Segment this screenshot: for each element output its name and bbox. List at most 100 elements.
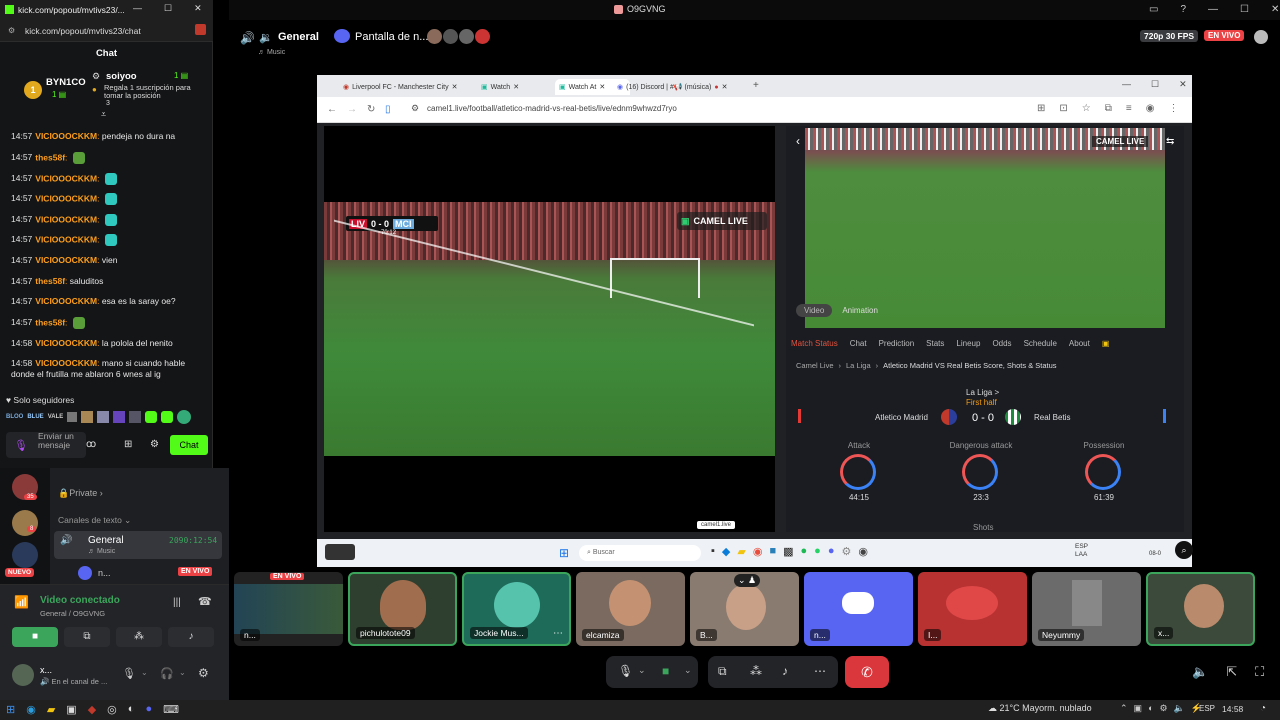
weather-widget[interactable]: ☁ 21°C Mayorm. nublado bbox=[988, 703, 1092, 714]
windows-start-icon[interactable]: ⊞ bbox=[559, 546, 569, 560]
participant-tile-7[interactable]: Neyummy bbox=[1032, 572, 1141, 646]
inner-thumbnail[interactable] bbox=[325, 544, 355, 560]
popout-icon[interactable]: ⇱ bbox=[1226, 664, 1237, 680]
kick-mic-icon[interactable]: 🎙 bbox=[14, 439, 28, 452]
viewer-avatars[interactable] bbox=[427, 29, 490, 44]
soundboard-button[interactable]: ♪ bbox=[168, 627, 214, 647]
participant-tile-4[interactable]: ⌄ ♟ B... bbox=[690, 572, 799, 646]
disconnect-icon[interactable]: ☎ bbox=[198, 595, 212, 608]
participant-tile-2[interactable]: Jockie Mus... ⋯ bbox=[462, 572, 571, 646]
tab-liverpool[interactable]: ◉ Liverpool FC - Manchester City ✕ bbox=[339, 79, 474, 95]
settings-icon[interactable]: ⚙ bbox=[150, 439, 159, 450]
chevron-down-icon[interactable]: ⌄ bbox=[684, 665, 692, 676]
chevron-left-icon[interactable]: ‹ bbox=[796, 134, 800, 148]
activities-button[interactable]: ⁂ bbox=[116, 627, 162, 647]
disconnect-button[interactable]: ✆ bbox=[845, 656, 889, 688]
help-icon[interactable]: ? bbox=[1180, 4, 1186, 15]
collapse-icon[interactable]: ⩡ bbox=[101, 109, 106, 120]
taskbar-apps[interactable]: ⊞ ◉ ▰ ▣ ◆ ◎ ◐ ● ⌨ bbox=[6, 703, 179, 716]
add-person-icon[interactable]: ⌄ ♟ bbox=[734, 574, 761, 587]
chevron-down-icon[interactable]: ⌄ bbox=[179, 668, 186, 677]
chat-bubble-icon[interactable] bbox=[1254, 30, 1268, 44]
voice-channel-general[interactable]: 🔊 General 2090:12:54 ♬ Music bbox=[54, 531, 222, 559]
swap-icon[interactable]: ⇆ bbox=[1166, 136, 1174, 147]
voice-member[interactable]: n... EN VIVO bbox=[78, 566, 222, 580]
message-username[interactable]: thes58f bbox=[35, 276, 65, 286]
bookmark-icon[interactable]: ▣ bbox=[1102, 339, 1110, 348]
participant-tile-3[interactable]: elcamiza bbox=[576, 572, 685, 646]
settings-gear-icon[interactable]: ⚙ bbox=[198, 666, 209, 680]
user-avatar[interactable] bbox=[12, 664, 34, 686]
side-video-frame[interactable]: CAMEL LIVE bbox=[805, 128, 1165, 328]
tab-discord[interactable]: ◉ (16) Discord | #📢 (música) ● ✕ bbox=[613, 79, 741, 95]
small-url-chip[interactable]: camel1.live bbox=[697, 521, 736, 529]
screen-share-icon[interactable]: ⧉ bbox=[718, 664, 727, 679]
camera-icon[interactable]: ■ bbox=[662, 664, 669, 678]
soundboard-icon[interactable]: ♪ bbox=[782, 664, 788, 678]
url-field[interactable]: camel1.live/football/atletico-madrid-vs-… bbox=[427, 104, 677, 113]
gift-box-icon[interactable]: ⊞ bbox=[124, 439, 132, 450]
brave-shield-icon[interactable] bbox=[195, 24, 206, 35]
new-tab-button[interactable]: + bbox=[753, 80, 759, 91]
message-username[interactable]: VICIOOOCKKM bbox=[35, 255, 97, 265]
chevron-down-icon[interactable]: ⌄ bbox=[141, 668, 148, 677]
headphones-icon[interactable]: 🎧 bbox=[160, 667, 174, 680]
participant-tile-6[interactable]: I... bbox=[918, 572, 1027, 646]
volume-icon[interactable]: 🔈 bbox=[1192, 664, 1208, 680]
activities-icon[interactable]: ⁂ bbox=[750, 664, 762, 678]
popout-window-controls[interactable]: — ☐ ✕ bbox=[133, 3, 202, 14]
notification-icon[interactable]: ◔ bbox=[1260, 703, 1266, 714]
participant-tile-8[interactable]: x... bbox=[1146, 572, 1255, 646]
participant-tile-0[interactable]: EN VIVO n... bbox=[234, 572, 343, 646]
tab-odds[interactable]: Odds bbox=[992, 339, 1011, 348]
message-username[interactable]: thes58f bbox=[35, 317, 65, 327]
camera-toggle-button[interactable]: ■ bbox=[12, 627, 58, 647]
message-username[interactable]: VICIOOOCKKM bbox=[35, 131, 97, 141]
tab-search-icon[interactable]: ▯ bbox=[385, 104, 391, 115]
inner-search-box[interactable]: ⌕ Buscar bbox=[579, 545, 701, 561]
popout-url[interactable]: kick.com/popout/mvtivs23/chat bbox=[25, 26, 141, 36]
screen-share-button[interactable]: ⧉ bbox=[64, 627, 110, 647]
clock[interactable]: 14:58 bbox=[1222, 704, 1243, 714]
mute-icon[interactable]: 🎙 bbox=[122, 667, 136, 680]
close-button[interactable]: ✕ bbox=[1271, 4, 1279, 15]
video-toggle[interactable]: Video bbox=[796, 304, 833, 317]
browser-toolbar-icons[interactable]: ⊞ ⊡ ☆ ⧉ ≡ ◉ ⋮ bbox=[1037, 103, 1178, 114]
minimize-button[interactable]: — bbox=[1208, 4, 1218, 15]
emote-bar[interactable]: BLOO BLUE VALE bbox=[6, 410, 192, 424]
chat-input[interactable]: 🎙 Enviar un mensaje bbox=[6, 432, 86, 458]
league-link[interactable]: La Liga > bbox=[966, 388, 999, 397]
chevron-down-icon[interactable]: ⌄ bbox=[638, 665, 646, 676]
tab-stats[interactable]: Stats bbox=[926, 339, 944, 348]
microphone-icon[interactable]: 🎙 bbox=[618, 664, 633, 678]
tab-about[interactable]: About bbox=[1069, 339, 1090, 348]
users-icon[interactable]: ꝏ bbox=[86, 439, 96, 450]
language-indicator[interactable]: ESP bbox=[1199, 704, 1215, 713]
breadcrumb-la-liga[interactable]: La Liga bbox=[846, 361, 871, 370]
breadcrumb-camel-live[interactable]: Camel Live bbox=[796, 361, 834, 370]
noise-suppression-icon[interactable]: ||| bbox=[173, 597, 181, 608]
system-tray[interactable]: ⌃ ▣ ◐ ⚙ 🔈 ⚡ bbox=[1120, 703, 1202, 714]
server-icon[interactable] bbox=[12, 510, 38, 536]
message-username[interactable]: VICIOOOCKKM bbox=[35, 234, 97, 244]
back-icon[interactable]: ← bbox=[327, 104, 337, 115]
site-info-icon[interactable]: ⚙ bbox=[411, 103, 419, 114]
reload-icon[interactable]: ↻ bbox=[367, 104, 375, 115]
message-username[interactable]: thes58f bbox=[35, 152, 65, 162]
more-icon[interactable]: ⋯ bbox=[553, 628, 563, 639]
message-username[interactable]: VICIOOOCKKM bbox=[35, 296, 97, 306]
monitor-icon[interactable]: ▭ bbox=[1149, 4, 1158, 15]
tab-prediction[interactable]: Prediction bbox=[879, 339, 915, 348]
zoom-icon[interactable]: ⌕ bbox=[1175, 541, 1193, 559]
main-video-player[interactable]: LIV 0 - 0 MCI 70:12 ▣ CAMEL LIVE bbox=[324, 126, 775, 532]
fullscreen-icon[interactable]: ⛶ bbox=[1255, 664, 1264, 680]
tab-lineup[interactable]: Lineup bbox=[956, 339, 980, 348]
message-username[interactable]: VICIOOOCKKM bbox=[35, 338, 97, 348]
tune-icon[interactable]: ⚙ bbox=[8, 26, 15, 35]
maximize-button[interactable]: ☐ bbox=[1240, 4, 1249, 15]
send-chat-button[interactable]: Chat bbox=[170, 435, 208, 455]
message-username[interactable]: VICIOOOCKKM bbox=[35, 214, 97, 224]
animation-toggle[interactable]: Animation bbox=[838, 304, 882, 317]
tab-schedule[interactable]: Schedule bbox=[1024, 339, 1057, 348]
tab-chat[interactable]: Chat bbox=[850, 339, 867, 348]
